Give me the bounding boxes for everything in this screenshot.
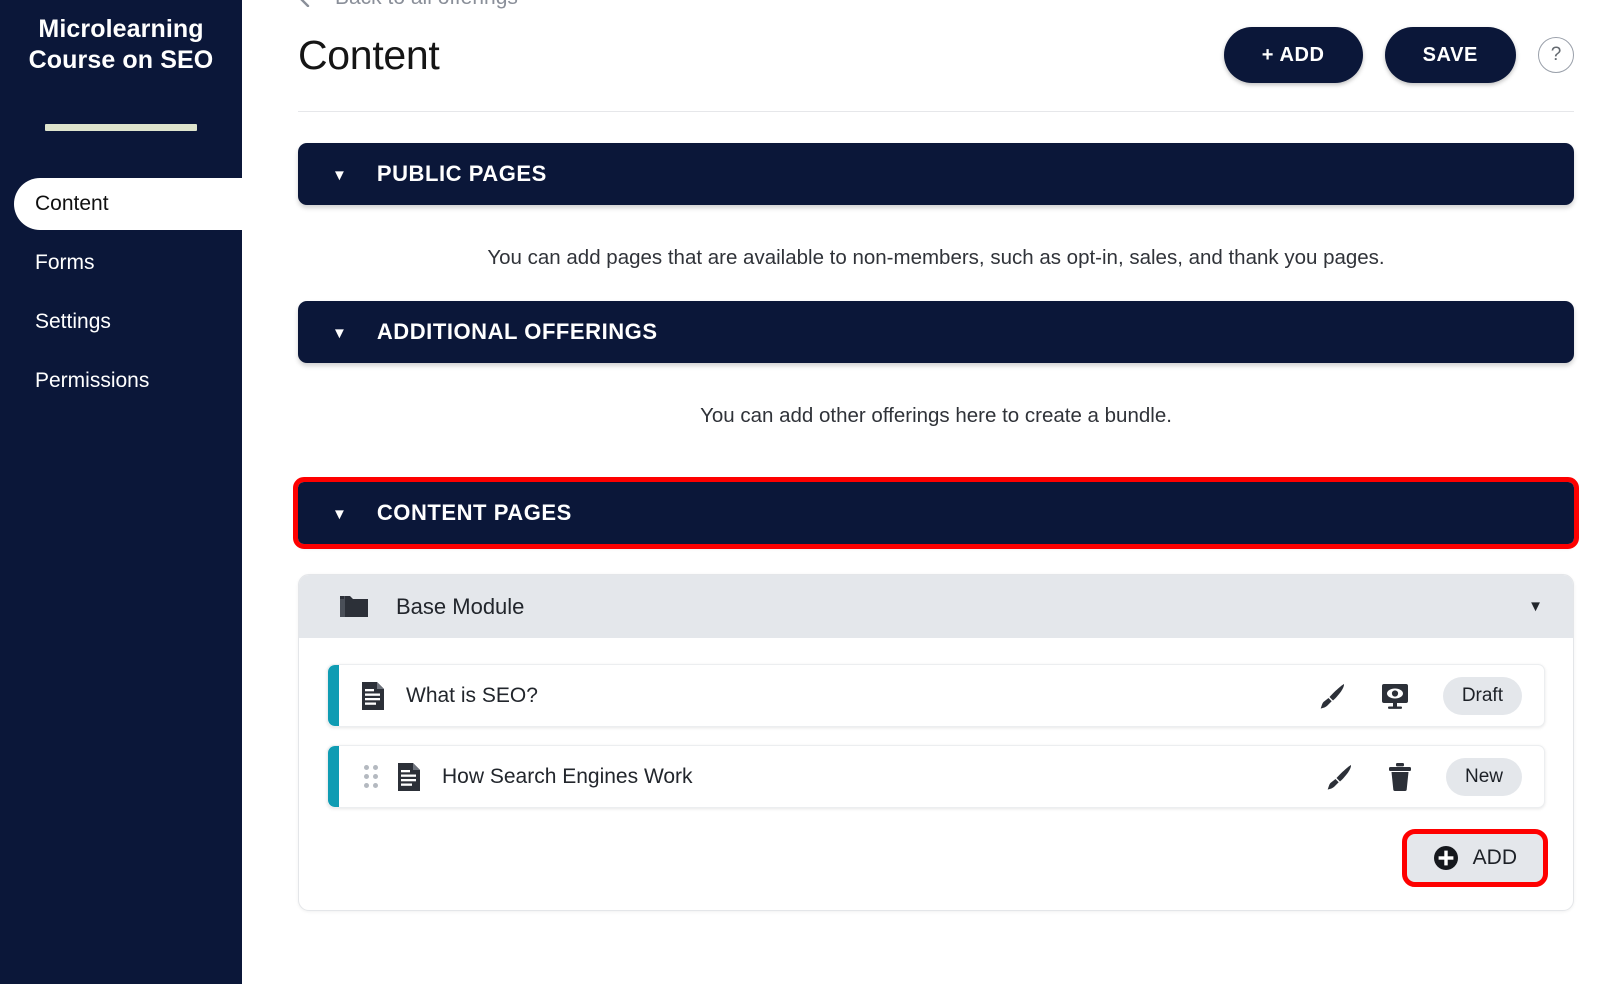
header-divider <box>298 111 1574 112</box>
status-badge: Draft <box>1442 676 1522 715</box>
section-additional-offerings: ▼ ADDITIONAL OFFERINGS You can add other… <box>298 301 1574 428</box>
row-title: How Search Engines Work <box>442 764 693 788</box>
sidebar-item-settings[interactable]: Settings <box>0 296 242 348</box>
section-public-pages: ▼ PUBLIC PAGES You can add pages that ar… <box>298 143 1574 270</box>
chevron-down-icon: ▼ <box>332 505 347 523</box>
main-content: Back to all offerings Content + ADD SAVE… <box>242 0 1600 984</box>
section-header-additional-offerings[interactable]: ▼ ADDITIONAL OFFERINGS <box>298 301 1574 363</box>
brand-title: Microlearning Course on SEO <box>28 15 214 74</box>
help-icon[interactable]: ? <box>1538 37 1574 73</box>
chevron-down-icon: ▼ <box>332 324 347 342</box>
row-accent-bar <box>328 665 339 726</box>
section-title: PUBLIC PAGES <box>376 161 547 186</box>
add-button[interactable]: + ADD <box>1223 27 1363 83</box>
section-header-public-pages[interactable]: ▼ PUBLIC PAGES <box>298 143 1574 205</box>
back-link-label: Back to all offerings <box>335 0 518 10</box>
section-description: You can add pages that are available to … <box>487 246 1385 269</box>
drag-handle[interactable] <box>364 765 378 788</box>
app-root: Microlearning Course on SEO Content Form… <box>0 0 1600 984</box>
back-to-all-offerings-link[interactable]: Back to all offerings <box>298 0 518 10</box>
add-page-button[interactable]: ADD <box>1401 829 1549 887</box>
module-card: Base Module ▼ What is SEO? Draft How Sea… <box>298 574 1574 911</box>
sidebar-item-label: Forms <box>35 251 95 274</box>
section-title: CONTENT PAGES <box>376 500 572 525</box>
status-badge: New <box>1445 757 1522 796</box>
section-description: You can add other offerings here to crea… <box>700 404 1172 427</box>
document-icon <box>360 681 386 711</box>
arrow-left-icon <box>300 0 310 7</box>
folder-icon <box>340 596 368 617</box>
row-actions: New <box>1324 757 1522 796</box>
sidebar-nav: Content Forms Settings Permissions <box>0 178 242 407</box>
row-title: What is SEO? <box>406 683 538 707</box>
module-footer: ADD <box>299 808 1573 887</box>
paintbrush-icon[interactable] <box>1317 681 1347 711</box>
page-title: Content <box>298 31 440 78</box>
sidebar: Microlearning Course on SEO Content Form… <box>0 0 242 984</box>
sidebar-divider <box>45 124 197 131</box>
paintbrush-icon[interactable] <box>1324 762 1354 792</box>
chevron-down-icon: ▼ <box>1528 598 1543 615</box>
row-accent-bar <box>328 746 339 807</box>
section-title: ADDITIONAL OFFERINGS <box>376 319 658 344</box>
sidebar-item-permissions[interactable]: Permissions <box>0 355 242 407</box>
save-button[interactable]: SAVE <box>1384 27 1516 83</box>
sidebar-item-label: Permissions <box>35 369 150 392</box>
preview-monitor-icon[interactable] <box>1380 682 1410 710</box>
sidebar-item-content[interactable]: Content <box>14 178 242 230</box>
table-row[interactable]: What is SEO? Draft <box>327 664 1545 727</box>
row-actions: Draft <box>1317 676 1522 715</box>
sidebar-item-label: Settings <box>35 310 111 333</box>
add-page-label: ADD <box>1472 846 1517 869</box>
module-header[interactable]: Base Module ▼ <box>299 575 1573 638</box>
sidebar-item-label: Content <box>35 192 109 215</box>
document-icon <box>396 762 422 792</box>
plus-circle-icon <box>1433 846 1458 870</box>
table-row[interactable]: How Search Engines Work New <box>327 745 1545 808</box>
trash-icon[interactable] <box>1387 762 1413 792</box>
header-actions: + ADD SAVE ? <box>1223 27 1574 83</box>
sidebar-item-forms[interactable]: Forms <box>0 237 242 289</box>
chevron-down-icon: ▼ <box>332 166 347 184</box>
page-list: What is SEO? Draft How Search Engines Wo… <box>299 638 1573 808</box>
page-header: Content + ADD SAVE ? <box>298 27 1574 83</box>
section-content-pages: ▼ CONTENT PAGES Base Module ▼ What is SE… <box>293 477 1579 911</box>
module-name: Base Module <box>396 593 525 619</box>
section-header-content-pages[interactable]: ▼ CONTENT PAGES <box>293 477 1579 549</box>
